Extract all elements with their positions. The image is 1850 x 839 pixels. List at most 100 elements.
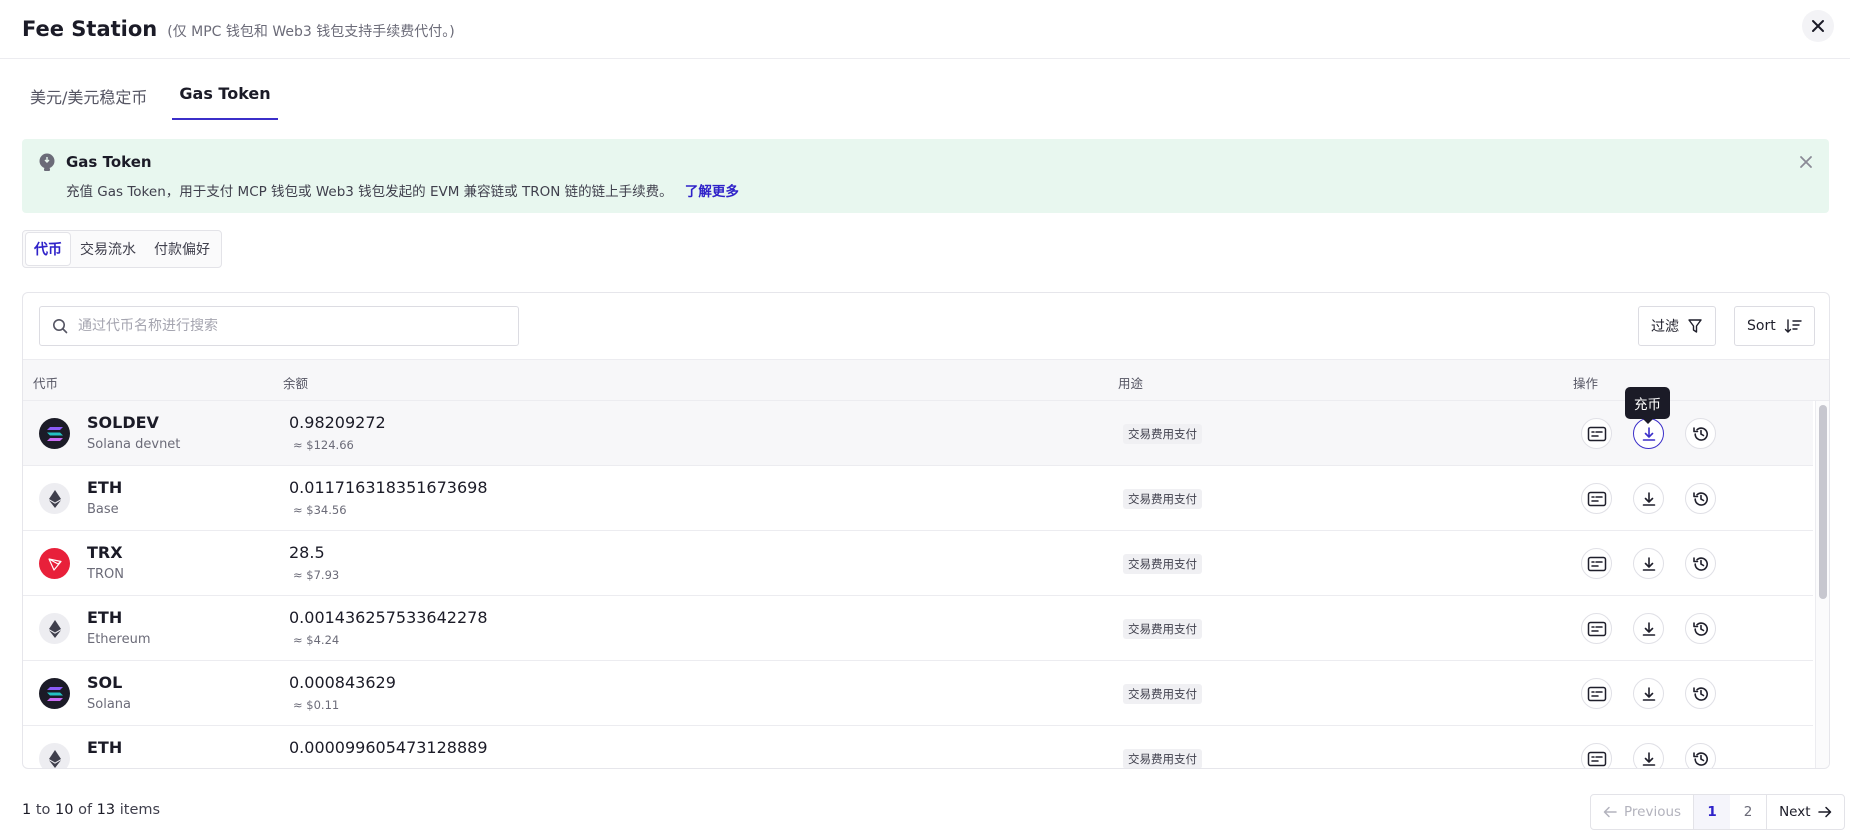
column-usage: 用途 — [1118, 376, 1144, 391]
history-icon — [1692, 686, 1708, 701]
subtab-payment-preference[interactable]: 付款偏好 — [146, 233, 218, 265]
details-button[interactable] — [1581, 613, 1612, 644]
solana-icon — [39, 418, 70, 449]
history-icon — [1692, 621, 1708, 636]
history-icon — [1692, 491, 1708, 506]
tab-usd-stablecoin[interactable]: 美元/美元稳定币 — [30, 82, 147, 120]
pagination: Previous 1 2 Next — [1590, 794, 1845, 830]
page-subtitle: (仅 MPC 钱包和 Web3 钱包支持手续费代付。) — [167, 23, 455, 40]
deposit-button[interactable] — [1633, 743, 1664, 768]
token-balance: 0.011716318351673698 — [289, 478, 488, 497]
close-icon — [1812, 20, 1824, 32]
deposit-button[interactable] — [1633, 613, 1664, 644]
range-to: 10 — [55, 802, 74, 818]
subtab-transactions[interactable]: 交易流水 — [72, 233, 144, 265]
token-symbol: SOLDEV — [87, 413, 159, 432]
token-balance: 0.98209272 — [289, 413, 386, 432]
deposit-button[interactable] — [1633, 678, 1664, 709]
usage-badge: 交易费用支付 — [1123, 554, 1202, 574]
scrollbar-thumb[interactable] — [1819, 405, 1827, 599]
download-icon — [1642, 426, 1655, 441]
token-network: Solana — [87, 697, 131, 712]
solana-icon — [39, 678, 70, 709]
details-icon — [1587, 556, 1606, 571]
column-token: 代币 — [33, 376, 59, 391]
banner-close-icon[interactable] — [1797, 153, 1815, 171]
previous-label: Previous — [1624, 804, 1682, 820]
table-row[interactable]: ETH Base 0.011716318351673698 ≈ $34.56 交… — [23, 466, 1813, 531]
token-balance: 0.000099605473128889 — [289, 738, 488, 757]
page-title: Fee Station — [22, 17, 158, 41]
history-button[interactable] — [1685, 613, 1716, 644]
deposit-button[interactable] — [1633, 548, 1664, 579]
top-tabs: 美元/美元稳定币 Gas Token — [30, 82, 310, 120]
token-panel: 过滤 Sort 代币 余额 用途 操作 SOLDEV Solana devnet… — [22, 292, 1830, 769]
details-icon — [1587, 686, 1606, 701]
details-icon — [1587, 621, 1606, 636]
details-button[interactable] — [1581, 743, 1612, 768]
table-row[interactable]: TRX TRON 28.5 ≈ $7.93 交易费用支付 — [23, 531, 1813, 596]
close-button[interactable] — [1802, 10, 1834, 42]
history-button[interactable] — [1685, 418, 1716, 449]
token-network: Ethereum — [87, 632, 151, 647]
page-2-button[interactable]: 2 — [1730, 795, 1766, 829]
table-row[interactable]: ETH 0.000099605473128889 交易费用支付 — [23, 726, 1813, 768]
deposit-button[interactable] — [1633, 483, 1664, 514]
details-button[interactable] — [1581, 548, 1612, 579]
history-button[interactable] — [1685, 483, 1716, 514]
details-icon — [1587, 491, 1606, 506]
history-button[interactable] — [1685, 678, 1716, 709]
token-balance: 0.000843629 — [289, 673, 396, 692]
column-actions: 操作 — [1573, 376, 1599, 391]
token-usd-value: ≈ $34.56 — [293, 503, 347, 517]
details-button[interactable] — [1581, 483, 1612, 514]
token-usd-value: ≈ $124.66 — [293, 438, 354, 452]
token-usd-value: ≈ $7.93 — [293, 568, 340, 582]
pagination-summary: 1 to 10 of 13 items — [22, 802, 160, 818]
table-row[interactable]: SOL Solana 0.000843629 ≈ $0.11 交易费用支付 — [23, 661, 1813, 726]
token-symbol: SOL — [87, 673, 123, 692]
token-network: Solana devnet — [87, 437, 181, 452]
details-button[interactable] — [1581, 678, 1612, 709]
tron-icon — [39, 548, 70, 579]
details-icon — [1587, 426, 1606, 441]
learn-more-link[interactable]: 了解更多 — [685, 184, 739, 200]
range-from: 1 — [22, 802, 32, 818]
banner-description: 充值 Gas Token，用于支付 MCP 钱包或 Web3 钱包发起的 EVM… — [66, 180, 739, 200]
search-box — [39, 306, 519, 346]
page-1-button[interactable]: 1 — [1694, 795, 1731, 829]
next-page-button[interactable]: Next — [1766, 795, 1843, 829]
table-row[interactable]: ETH Ethereum 0.001436257533642278 ≈ $4.2… — [23, 596, 1813, 661]
banner-description-text: 充值 Gas Token，用于支付 MCP 钱包或 Web3 钱包发起的 EVM… — [66, 184, 673, 200]
sort-label: Sort — [1747, 318, 1776, 334]
token-balance: 28.5 — [289, 543, 325, 562]
search-input[interactable] — [78, 318, 478, 334]
tab-gas-token[interactable]: Gas Token — [172, 82, 278, 120]
usage-badge: 交易费用支付 — [1123, 684, 1202, 704]
ethereum-icon — [39, 743, 70, 768]
modal-header: Fee Station (仅 MPC 钱包和 Web3 钱包支持手续费代付。) — [0, 0, 1850, 59]
download-icon — [1642, 751, 1655, 766]
search-icon — [53, 319, 68, 334]
filter-button[interactable]: 过滤 — [1638, 306, 1716, 346]
history-button[interactable] — [1685, 743, 1716, 768]
token-network: TRON — [87, 567, 124, 582]
details-button[interactable] — [1581, 418, 1612, 449]
download-icon — [1642, 621, 1655, 636]
sub-tabs: 代币 交易流水 付款偏好 — [22, 230, 222, 268]
table-row[interactable]: SOLDEV Solana devnet 0.98209272 ≈ $124.6… — [23, 401, 1813, 466]
sort-button[interactable]: Sort — [1734, 306, 1815, 346]
token-usd-value: ≈ $4.24 — [293, 633, 340, 647]
next-label: Next — [1779, 804, 1811, 820]
history-icon — [1692, 426, 1708, 441]
history-button[interactable] — [1685, 548, 1716, 579]
history-icon — [1692, 751, 1708, 766]
usage-badge: 交易费用支付 — [1123, 424, 1202, 444]
download-icon — [1642, 491, 1655, 506]
previous-page-button[interactable]: Previous — [1591, 795, 1695, 829]
details-icon — [1587, 751, 1606, 766]
subtab-tokens[interactable]: 代币 — [26, 233, 70, 265]
arrow-right-icon — [1817, 806, 1831, 818]
banner-title: Gas Token — [66, 153, 152, 171]
range-of-word: of — [78, 802, 93, 818]
